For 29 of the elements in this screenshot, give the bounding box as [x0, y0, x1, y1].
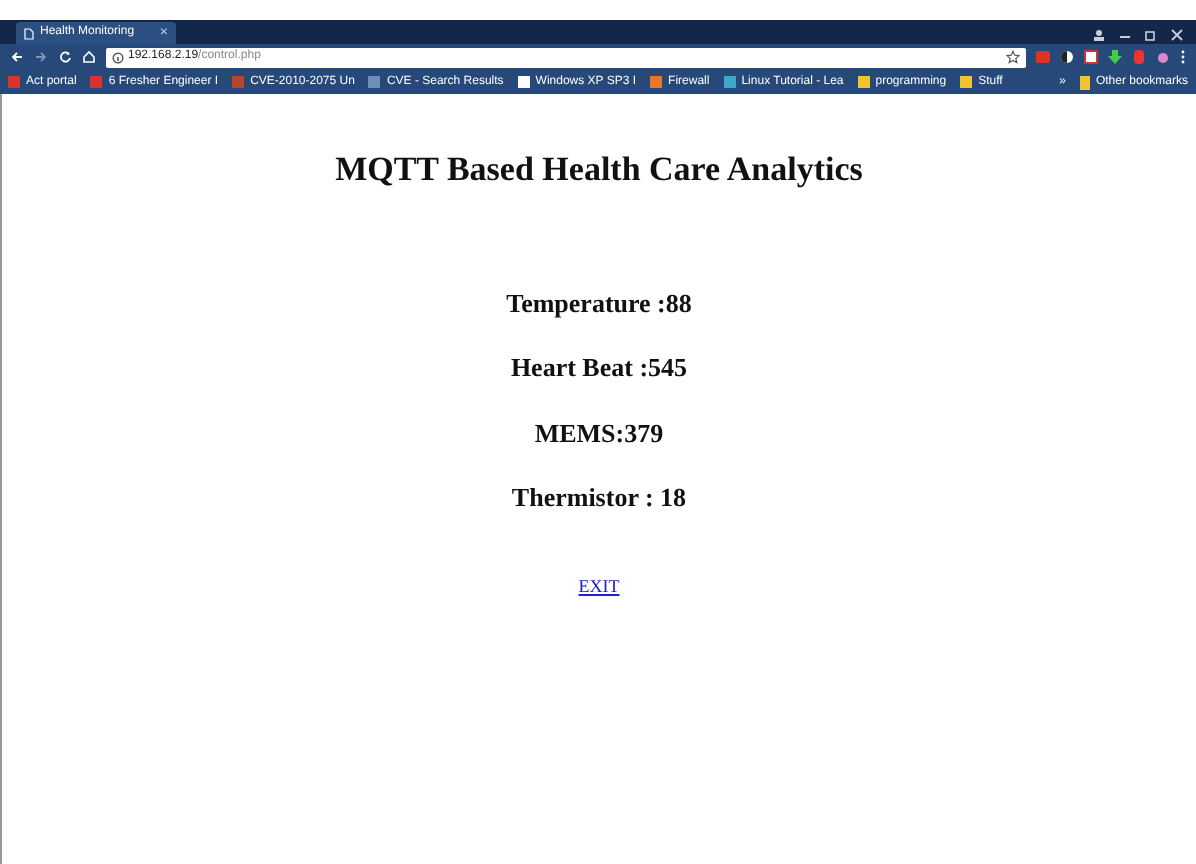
sensor-reading: Temperature :88 [506, 285, 692, 322]
bookmark-icon [232, 76, 245, 88]
extension-icon[interactable] [1060, 50, 1074, 64]
bookmark-icon [723, 76, 736, 88]
sensor-reading: Thermistor : 18 [511, 480, 687, 516]
forward-icon[interactable] [34, 50, 48, 64]
bookmark-icon [960, 76, 973, 88]
close-icon[interactable] [1170, 28, 1184, 42]
exit-link[interactable]: EXIT [578, 573, 620, 600]
bookmark-icon [650, 76, 663, 88]
profile-icon[interactable] [1092, 28, 1106, 42]
sensor-reading: MEMS:379 [534, 415, 664, 451]
folder-icon [1079, 75, 1090, 89]
page-title: MQTT Based Health Care Analytics [335, 148, 863, 192]
star-icon[interactable] [1006, 50, 1020, 64]
info-icon [112, 51, 124, 63]
restore-icon[interactable] [1144, 28, 1158, 42]
home-icon[interactable] [82, 50, 96, 64]
reload-icon[interactable] [58, 50, 72, 64]
sensor-reading: Heart Beat :545 [510, 350, 688, 386]
page-icon [24, 27, 34, 39]
back-icon[interactable] [10, 50, 24, 64]
bookmark-icon [517, 76, 530, 88]
bookmark-icon [8, 76, 20, 88]
bookmark-icon [368, 76, 381, 88]
menu-icon[interactable] [1180, 50, 1186, 64]
bookmark-icon [90, 76, 103, 88]
bookmark-icon [857, 76, 870, 88]
download-icon[interactable] [1108, 50, 1122, 64]
